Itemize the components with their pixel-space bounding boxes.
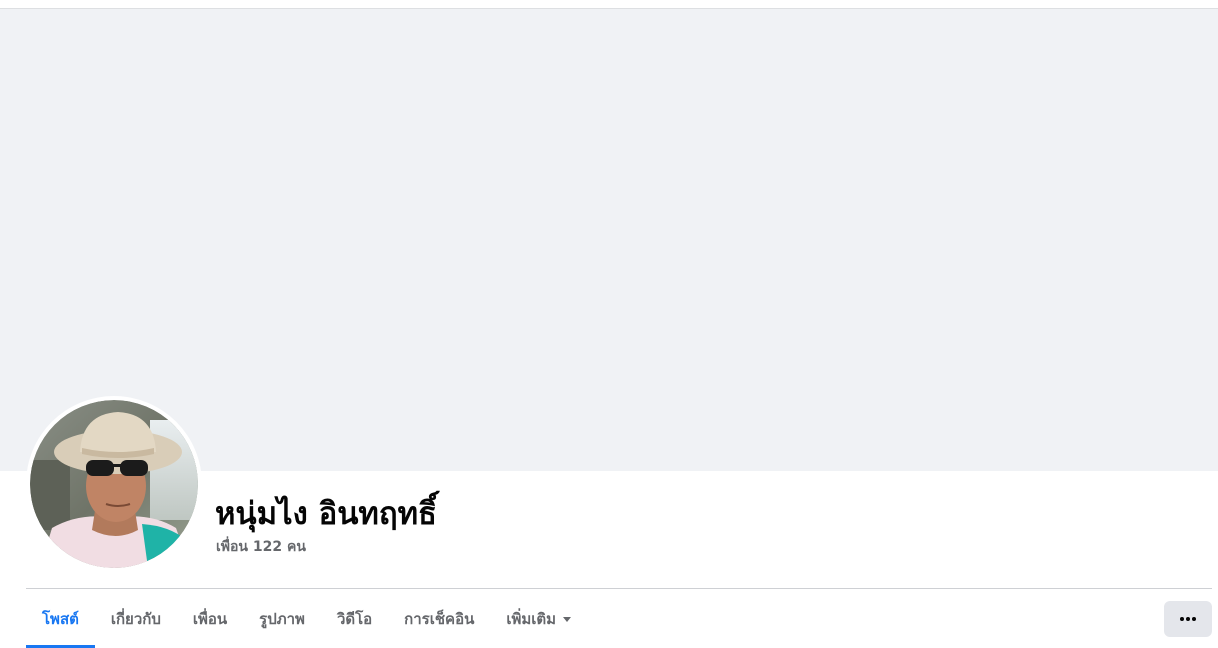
top-bar-border (0, 0, 1218, 9)
profile-picture[interactable] (30, 400, 198, 568)
profile-page: หนุ่มไง อินทฤทธิ์ เพื่อน 122 คน โพสต์ เก… (0, 0, 1218, 648)
cover-photo[interactable] (0, 9, 1218, 471)
tab-photos[interactable]: รูปภาพ (243, 589, 321, 648)
tab-label: การเช็คอิน (404, 609, 475, 628)
more-options-button[interactable] (1164, 601, 1212, 637)
friends-count[interactable]: เพื่อน 122 คน (216, 537, 306, 557)
caret-down-icon (563, 617, 572, 622)
tab-label: โพสต์ (42, 609, 79, 628)
tab-label: เกี่ยวกับ (110, 609, 161, 628)
ellipsis-icon (1180, 617, 1196, 621)
tab-more[interactable]: เพิ่มเติม (490, 589, 587, 648)
tab-about[interactable]: เกี่ยวกับ (95, 589, 177, 648)
tab-label: รูปภาพ (259, 609, 305, 628)
tab-label: เพิ่มเติม (506, 609, 557, 628)
tab-label: วิดีโอ (336, 609, 373, 628)
tab-videos[interactable]: วิดีโอ (321, 589, 388, 648)
profile-tabs: โพสต์ เกี่ยวกับ เพื่อน รูปภาพ วิดีโอ การ… (26, 589, 587, 648)
profile-picture-frame[interactable] (26, 396, 202, 572)
profile-name: หนุ่มไง อินทฤทธิ์ (215, 496, 437, 532)
tab-posts[interactable]: โพสต์ (26, 589, 95, 648)
tab-label: เพื่อน (192, 609, 228, 628)
tab-friends[interactable]: เพื่อน (177, 589, 243, 648)
tab-checkins[interactable]: การเช็คอิน (388, 589, 490, 648)
